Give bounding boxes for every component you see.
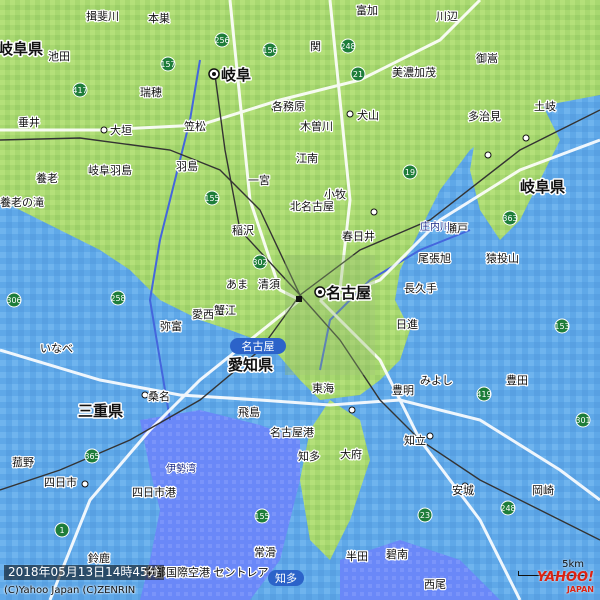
label-ichinomiya: 一宮	[248, 173, 270, 187]
label-okazaki: 岡崎	[532, 483, 554, 497]
label-aisai: 愛西	[192, 308, 214, 321]
svg-text:258: 258	[110, 294, 125, 303]
label-yoro: 養老	[36, 171, 58, 185]
label-mitake: 御嵩	[476, 51, 498, 65]
label-inabe: いなべ	[40, 342, 73, 355]
label-yokkaichiko: 四日市港	[132, 485, 176, 499]
label-yoronotaki: 養老の滝	[0, 195, 44, 209]
label-ibigawa: 揖斐川	[86, 9, 119, 23]
label-tomika: 富加	[356, 3, 378, 17]
label-hekinan: 碧南	[386, 548, 408, 561]
label-motosu: 本巣	[148, 11, 170, 25]
label-tobishima: 飛島	[238, 405, 260, 419]
label-nisshin: 日進	[396, 318, 418, 331]
svg-text:157: 157	[160, 60, 175, 69]
svg-text:417: 417	[72, 86, 87, 95]
label-ikeda: 池田	[48, 50, 70, 63]
label-gifu-pref-east: 岐阜県	[520, 178, 565, 196]
label-inazawa: 稲沢	[232, 223, 254, 237]
label-obu: 大府	[340, 447, 362, 461]
label-gifu-pref: 岐阜県	[0, 40, 43, 58]
label-nagoyako: 名古屋港	[270, 425, 314, 439]
svg-text:419: 419	[476, 390, 491, 399]
scale-label: 5km	[562, 559, 584, 570]
label-seki: 関	[310, 40, 321, 53]
label-komaki: 小牧	[324, 187, 346, 201]
svg-text:155: 155	[254, 512, 269, 521]
label-toyota: 豊田	[506, 374, 528, 387]
svg-text:23: 23	[420, 511, 430, 520]
label-mie-pref: 三重県	[78, 402, 123, 420]
svg-text:302: 302	[252, 258, 267, 267]
label-kawabe: 川辺	[436, 10, 458, 23]
label-kitanagoya: 北名古屋	[290, 199, 334, 213]
label-tarui: 垂井	[18, 115, 40, 129]
svg-text:363: 363	[502, 214, 517, 223]
svg-text:301: 301	[575, 416, 590, 425]
label-yokkaichi: 四日市	[44, 475, 77, 489]
label-kiyosu: 清須	[258, 278, 280, 291]
label-sanagezan: 猿投山	[486, 251, 519, 265]
timestamp: 2018年05月13日14時45分	[4, 565, 164, 580]
label-anjo: 安城	[452, 483, 474, 497]
svg-text:256: 256	[214, 36, 229, 45]
svg-text:156: 156	[262, 46, 277, 55]
label-aichi-pref: 愛知県	[228, 356, 273, 374]
copyright: (C)Yahoo Japan (C)ZENRIN	[4, 585, 136, 596]
label-toyoake: 豊明	[392, 384, 414, 397]
svg-text:21: 21	[353, 70, 363, 79]
logo-brand: YAHOO!	[536, 570, 594, 585]
label-nagakute: 長久手	[404, 281, 437, 295]
label-kisogawa: 木曽川	[300, 119, 333, 133]
label-handa: 半田	[346, 549, 368, 563]
label-tokai: 東海	[312, 381, 334, 395]
logo-sub: JAPAN	[566, 585, 594, 594]
label-ama: あま	[226, 278, 248, 291]
label-kakamigahara: 各務原	[272, 99, 305, 113]
label-miyoshi: みよし	[420, 374, 453, 387]
label-hashima: 羽島	[176, 159, 198, 173]
svg-text:248: 248	[500, 504, 515, 513]
label-isewan: 伊勢湾	[166, 462, 196, 475]
svg-text:155: 155	[204, 194, 219, 203]
label-chita: 知多	[298, 449, 320, 463]
plaque-nagoya: 名古屋	[230, 338, 286, 354]
label-toki: 土岐	[534, 100, 556, 113]
label-nishio: 西尾	[424, 578, 446, 591]
label-mizuho: 瑞穂	[140, 85, 162, 99]
svg-text:1: 1	[59, 526, 64, 535]
svg-text:306: 306	[6, 296, 21, 305]
label-nagoya: 名古屋	[326, 284, 371, 302]
label-suzuka: 鈴鹿	[88, 551, 110, 565]
yahoo-logo: YAHOO! JAPAN	[536, 570, 594, 596]
plaque-nagoya-text: 名古屋	[242, 339, 275, 353]
label-tokoname: 常滑	[254, 546, 276, 559]
label-tajimi: 多治見	[468, 109, 501, 123]
svg-text:19: 19	[405, 168, 415, 177]
plaque-chita: 知多	[268, 570, 304, 586]
label-gifuhashima: 岐阜羽島	[88, 163, 132, 177]
label-gifu: 岐阜	[221, 66, 251, 84]
label-komono: 菰野	[12, 456, 34, 469]
svg-text:365: 365	[84, 452, 99, 461]
rain-radar-map[interactable]: 417 157 256 156 248 21 19 363 155 302 25…	[0, 0, 600, 600]
plaque-chita-text: 知多	[275, 571, 297, 585]
label-shonai-river: 庄内川	[420, 220, 450, 233]
label-ogaki: 大垣	[110, 123, 132, 137]
label-kanie: 蟹江	[214, 303, 236, 317]
label-yatomi: 弥富	[160, 319, 182, 333]
label-kasugai: 春日井	[342, 229, 375, 243]
label-kasamatsu: 笠松	[184, 119, 206, 133]
svg-text:248: 248	[340, 42, 355, 51]
label-minokamo: 美濃加茂	[392, 65, 436, 79]
label-konan: 江南	[296, 152, 318, 165]
label-inuyama: 犬山	[357, 108, 379, 122]
nagoya-urban	[285, 255, 375, 375]
label-kuwana: 桑名	[148, 389, 170, 403]
svg-text:153: 153	[554, 322, 569, 331]
label-chiryu: 知立	[404, 433, 426, 447]
label-owariasahi: 尾張旭	[418, 251, 451, 265]
